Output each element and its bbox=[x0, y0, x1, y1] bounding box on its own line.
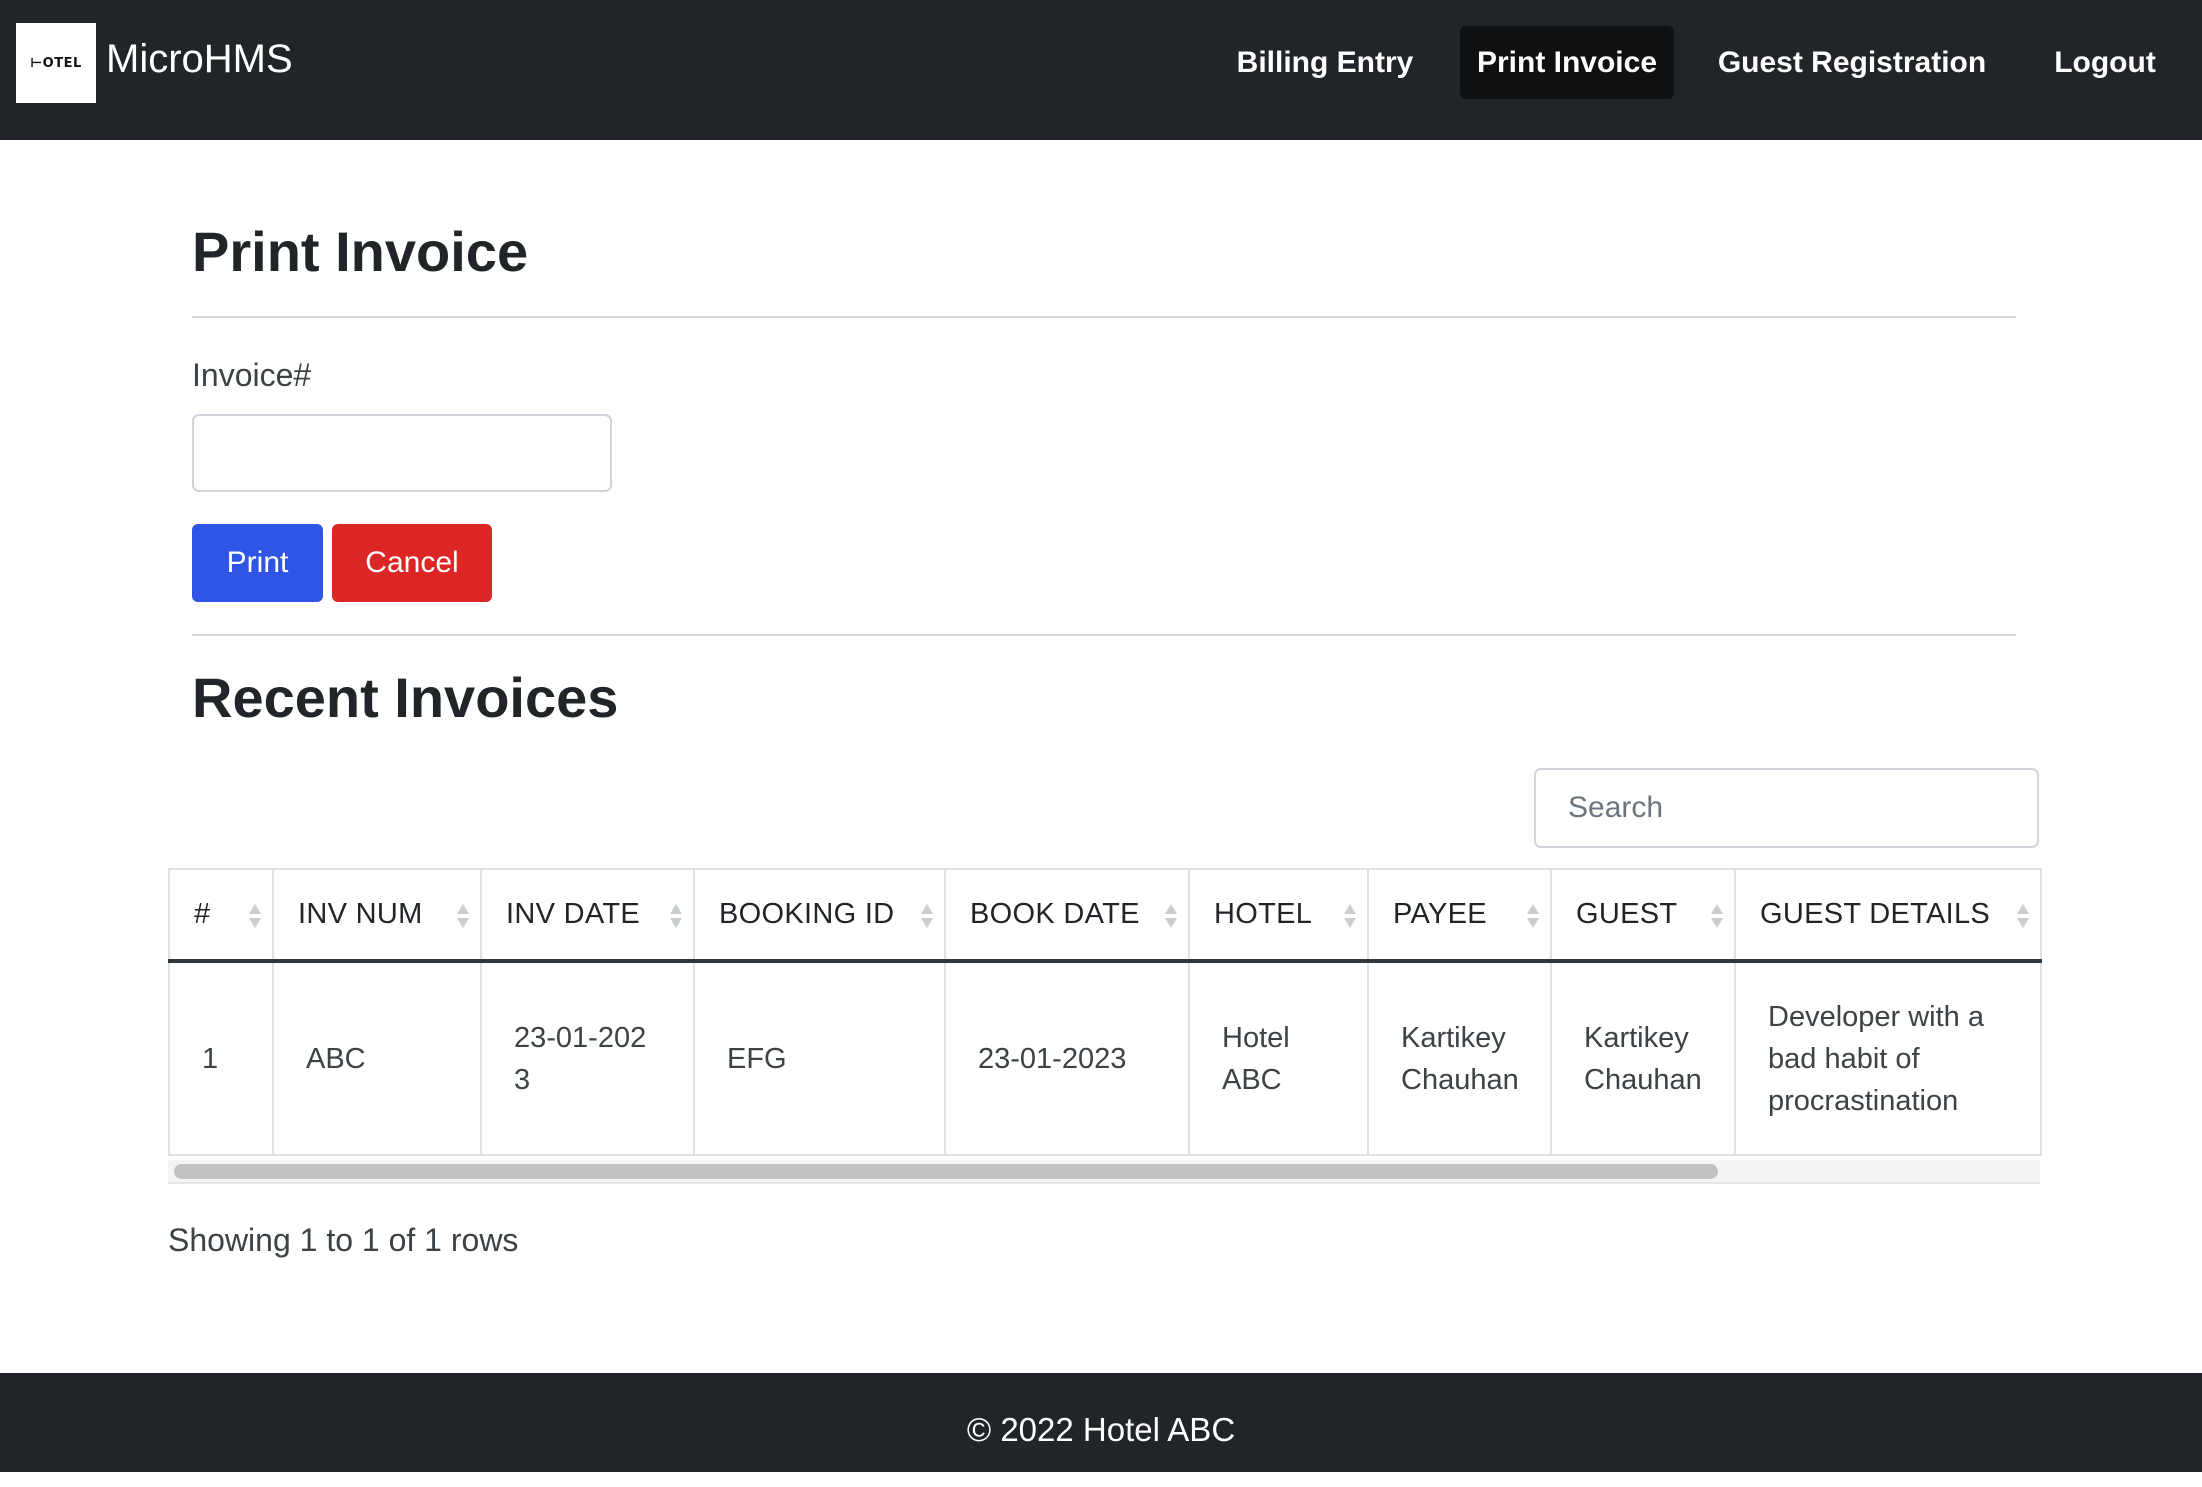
column-header-label: PAYEE bbox=[1393, 898, 1487, 930]
sort-icon bbox=[1344, 904, 1356, 928]
copyright-text: © 2022 Hotel ABC bbox=[966, 1411, 1236, 1448]
sort-icon bbox=[1527, 904, 1539, 928]
table-header-row: # INV NUM INV DATE BOOKING ID BOOK DATE … bbox=[168, 868, 2042, 963]
column-header-guest[interactable]: GUEST bbox=[1550, 868, 1736, 963]
column-header-hotel[interactable]: HOTEL bbox=[1188, 868, 1369, 963]
nav-link-print-invoice[interactable]: Print Invoice bbox=[1460, 26, 1674, 99]
column-header-label: GUEST bbox=[1576, 898, 1678, 930]
column-header-label: GUEST DETAILS bbox=[1760, 898, 1991, 930]
recent-invoices-table: # INV NUM INV DATE BOOKING ID BOOK DATE … bbox=[168, 868, 2042, 1156]
print-button[interactable]: Print bbox=[192, 524, 323, 602]
column-header-label: INV NUM bbox=[298, 898, 423, 930]
cell-book-date: 23-01-2023 bbox=[944, 961, 1190, 1156]
cell-hotel: Hotel ABC bbox=[1188, 961, 1369, 1156]
table-search-input[interactable] bbox=[1534, 768, 2039, 848]
column-header-label: BOOKING ID bbox=[719, 898, 895, 930]
divider bbox=[192, 634, 2016, 636]
column-header-label: BOOK DATE bbox=[970, 898, 1140, 930]
column-header-label: INV DATE bbox=[506, 898, 640, 930]
column-header-inv-date[interactable]: INV DATE bbox=[480, 868, 695, 963]
column-header-label: # bbox=[194, 898, 211, 930]
cell-guest: Kartikey Chauhan bbox=[1550, 961, 1736, 1156]
sort-icon bbox=[921, 904, 933, 928]
sort-icon bbox=[457, 904, 469, 928]
column-header-book-date[interactable]: BOOK DATE bbox=[944, 868, 1190, 963]
cancel-button[interactable]: Cancel bbox=[332, 524, 492, 602]
table-row[interactable]: 1 ABC 23-01-2023 EFG 23-01-2023 Hotel AB… bbox=[168, 961, 2042, 1156]
sort-icon bbox=[1711, 904, 1723, 928]
brand-name[interactable]: MicroHMS bbox=[106, 32, 293, 86]
cell-booking-id: EFG bbox=[693, 961, 946, 1156]
invoice-number-label: Invoice# bbox=[192, 357, 312, 393]
cell-payee: Kartikey Chauhan bbox=[1367, 961, 1552, 1156]
nav-link-billing-entry[interactable]: Billing Entry bbox=[1225, 26, 1425, 99]
column-header-booking-id[interactable]: BOOKING ID bbox=[693, 868, 946, 963]
column-header-label: HOTEL bbox=[1214, 898, 1313, 930]
cell-inv-num: ABC bbox=[272, 961, 482, 1156]
sort-icon bbox=[249, 904, 261, 928]
nav-link-guest-registration[interactable]: Guest Registration bbox=[1712, 26, 1992, 99]
hotel-logo[interactable]: ⊢OTEL bbox=[16, 23, 96, 103]
column-header-payee[interactable]: PAYEE bbox=[1367, 868, 1552, 963]
cell-inv-date: 23-01-2023 bbox=[480, 961, 695, 1156]
sort-icon bbox=[670, 904, 682, 928]
recent-invoices-title: Recent Invoices bbox=[192, 666, 619, 729]
divider bbox=[192, 316, 2016, 318]
nav-link-logout[interactable]: Logout bbox=[2040, 26, 2170, 99]
pagination-info: Showing 1 to 1 of 1 rows bbox=[168, 1222, 519, 1258]
scrollbar-thumb[interactable] bbox=[174, 1164, 1718, 1179]
cell-guest-details: Developer with a bad habit of procrastin… bbox=[1734, 961, 2042, 1156]
page-title: Print Invoice bbox=[192, 220, 529, 283]
sort-icon bbox=[1165, 904, 1177, 928]
page-footer: © 2022 Hotel ABC bbox=[0, 1373, 2202, 1472]
cell-index: 1 bbox=[168, 961, 274, 1156]
top-navbar: ⊢OTEL MicroHMS Billing Entry Print Invoi… bbox=[0, 0, 2202, 140]
column-header-inv-num[interactable]: INV NUM bbox=[272, 868, 482, 963]
column-header-index[interactable]: # bbox=[168, 868, 274, 963]
sort-icon bbox=[2017, 904, 2029, 928]
invoice-number-input[interactable] bbox=[192, 414, 612, 492]
logo-text: ⊢OTEL bbox=[30, 55, 82, 71]
horizontal-scrollbar[interactable] bbox=[168, 1160, 2040, 1184]
column-header-guest-details[interactable]: GUEST DETAILS bbox=[1734, 868, 2042, 963]
